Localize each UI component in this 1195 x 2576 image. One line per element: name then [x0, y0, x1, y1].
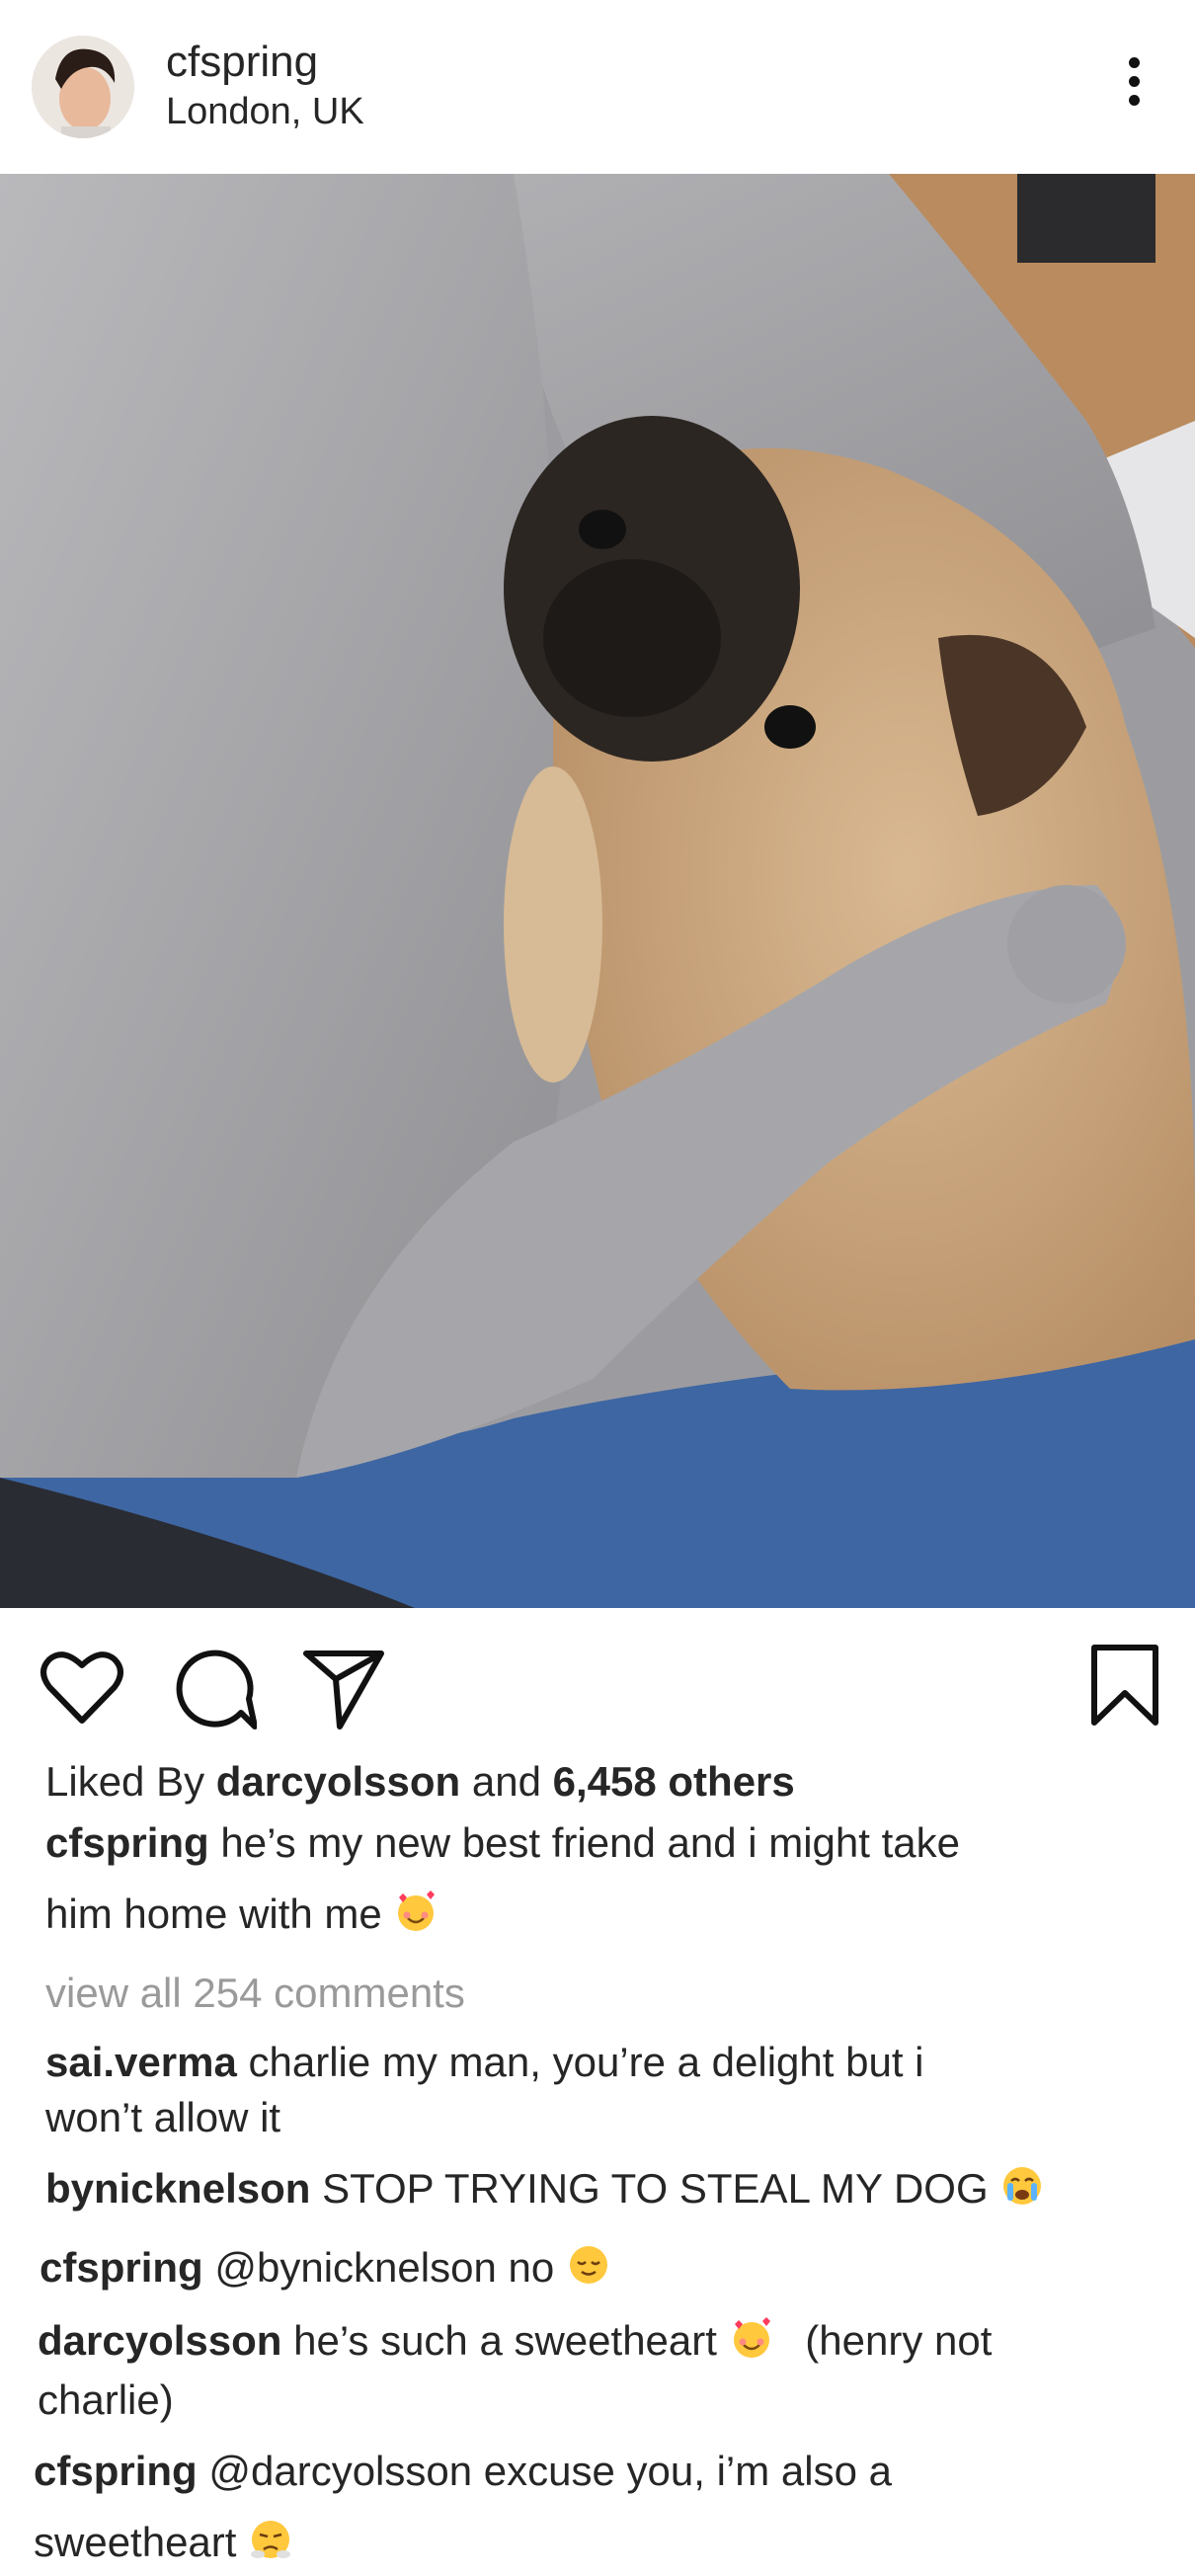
comment-3-text: @bynicknelson no [214, 2244, 555, 2291]
relieved-emoji-icon [569, 2246, 607, 2284]
comment-2-text: STOP TRYING TO STEAL MY DOG [322, 2165, 989, 2212]
bookmark-icon[interactable] [1090, 1644, 1159, 1727]
comment-1-text-2: won’t allow it [45, 2094, 281, 2140]
smiling-hearts-emoji-icon [398, 1891, 436, 1931]
comment-4-text-tail: (henry not [805, 2317, 993, 2364]
crying-emoji-icon [1003, 2167, 1042, 2205]
comment-4-author[interactable]: darcyolsson [38, 2317, 281, 2364]
likes-prefix: Liked By [45, 1758, 205, 1805]
comment-1-text-1: charlie my man, you’re a delight but i [248, 2039, 924, 2085]
avatar-image [32, 36, 134, 138]
caption-text-1: he’s my new best friend and i might take [220, 1819, 960, 1866]
comment-1-line-1: sai.verma charlie my man, you’re a delig… [45, 2033, 924, 2092]
share-icon[interactable] [302, 1648, 385, 1731]
more-options-icon[interactable] [1116, 57, 1152, 117]
post-header: cfspring London, UK [0, 0, 1195, 174]
comment-1-author[interactable]: sai.verma [45, 2039, 237, 2085]
caption-line-2: him home with me [45, 1885, 438, 1944]
pug-photo-image [0, 174, 1195, 1608]
comment-5-text-2: sweetheart [34, 2519, 237, 2565]
likes-line: Liked By darcyolsson and 6,458 others [45, 1752, 795, 1811]
profile-avatar[interactable] [32, 36, 134, 138]
comment-4-line-1: darcyolsson he’s such a sweetheart (henr… [38, 2311, 992, 2371]
comment-4-text-1: he’s such a sweetheart [293, 2317, 717, 2364]
caption-text-2: him home with me [45, 1891, 382, 1937]
comment-icon[interactable] [172, 1648, 257, 1732]
comment-5-text-1: @darcyolsson excuse you, i’m also a [208, 2448, 892, 2494]
likes-count[interactable]: 6,458 others [553, 1758, 795, 1805]
smiling-hearts-emoji-icon [733, 2317, 770, 2358]
comment-2-author[interactable]: bynicknelson [45, 2165, 310, 2212]
comment-2: bynicknelson STOP TRYING TO STEAL MY DOG [45, 2159, 1045, 2218]
post-photo[interactable] [0, 174, 1195, 1608]
heart-icon[interactable] [40, 1648, 124, 1727]
comment-5-author[interactable]: cfspring [34, 2448, 198, 2494]
caption-author[interactable]: cfspring [45, 1819, 209, 1866]
comment-5-line-2: sweetheart [34, 2513, 293, 2572]
caption-line-1: cfspring he’s my new best friend and i m… [45, 1813, 960, 1873]
comment-5-line-1: cfspring @darcyolsson excuse you, i’m al… [34, 2442, 892, 2501]
likes-and: and [471, 1758, 541, 1805]
comment-1-line-2: won’t allow it [45, 2088, 280, 2147]
liker-username[interactable]: darcyolsson [216, 1758, 460, 1805]
view-all-comments-link[interactable]: view all 254 comments [45, 1964, 465, 2023]
post-actions [0, 1608, 1195, 1756]
post-location[interactable]: London, UK [166, 91, 364, 133]
comment-3-author[interactable]: cfspring [40, 2244, 203, 2291]
comment-4-text-2: charlie) [38, 2376, 174, 2423]
comment-3: cfspring @bynicknelson no [40, 2238, 611, 2297]
comment-4-line-2: charlie) [38, 2371, 174, 2430]
steam-from-nose-emoji-icon [251, 2521, 291, 2558]
post-username[interactable]: cfspring [166, 38, 318, 87]
